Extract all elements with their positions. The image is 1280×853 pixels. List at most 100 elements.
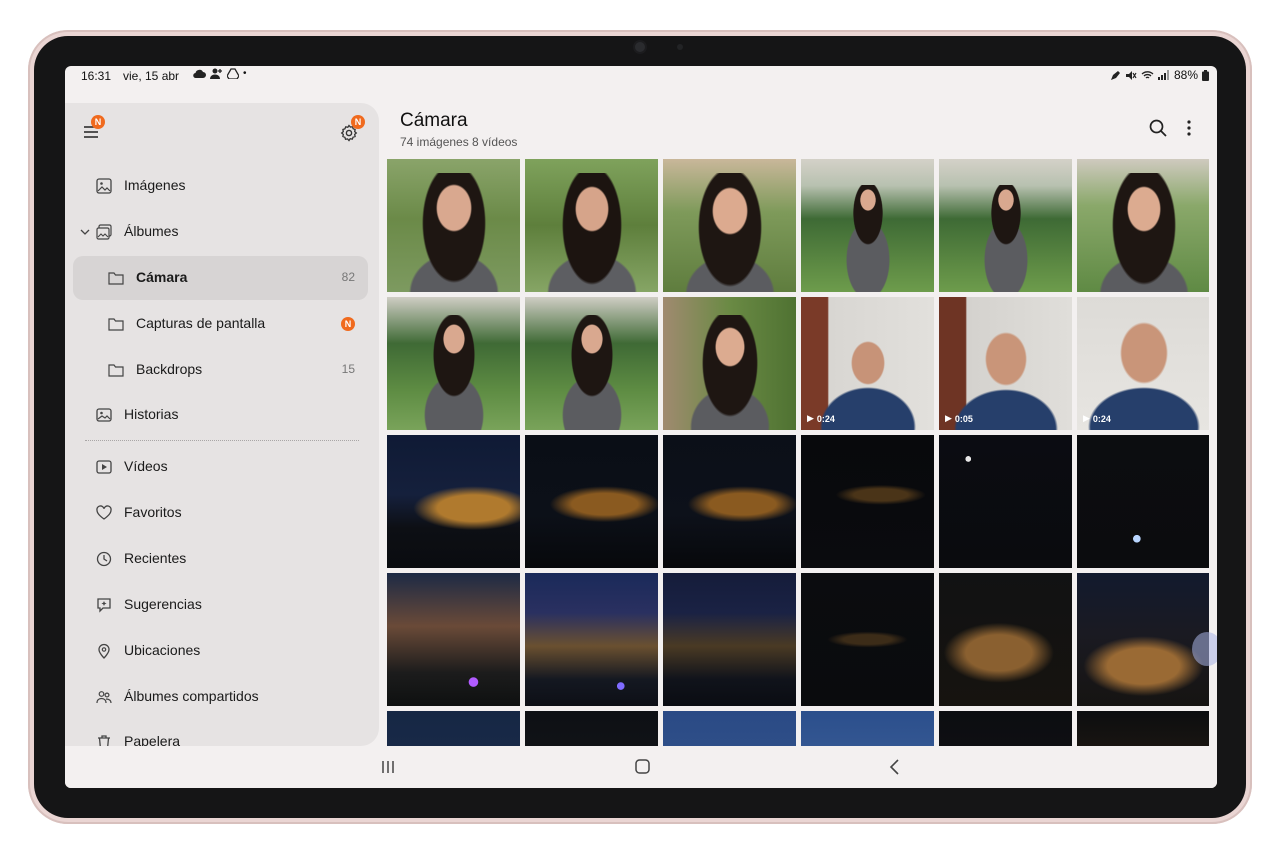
play-icon: ▶: [945, 413, 952, 423]
sidebar-item-label: Historias: [124, 406, 179, 422]
video-icon: [96, 460, 112, 474]
video-duration: ▶ 0:05: [945, 413, 973, 424]
front-camera: [635, 42, 645, 52]
menu-badge: N: [91, 115, 105, 129]
sidebar-item-capturas[interactable]: Capturas de pantalla N: [73, 302, 368, 346]
home-icon: [635, 759, 650, 774]
album-count: 15: [341, 362, 355, 376]
recent-apps-button[interactable]: [376, 756, 400, 778]
photo-thumbnail[interactable]: [1077, 711, 1209, 746]
pen-icon: [1110, 70, 1120, 80]
photo-thumbnail[interactable]: [801, 711, 934, 746]
recent-apps-icon: [382, 761, 394, 773]
photo-thumbnail[interactable]: [387, 573, 520, 706]
photo-thumbnail[interactable]: [663, 159, 796, 292]
home-button[interactable]: [630, 756, 654, 778]
folder-icon: [108, 272, 124, 285]
photo-thumbnail[interactable]: [939, 435, 1072, 568]
battery-icon: [1202, 69, 1209, 81]
sidebar-item-imagenes[interactable]: Imágenes: [73, 164, 368, 208]
sidebar-item-albumes-compartidos[interactable]: Álbumes compartidos: [73, 675, 368, 719]
photo-thumbnail[interactable]: [387, 159, 520, 292]
photo-thumbnail[interactable]: [663, 297, 796, 430]
search-icon: [1149, 119, 1167, 137]
sidebar-item-backdrops[interactable]: Backdrops 15: [73, 348, 368, 392]
video-duration: ▶ 0:24: [807, 413, 835, 424]
clock-icon: [96, 551, 112, 567]
photo-thumbnail[interactable]: [801, 573, 934, 706]
video-thumbnail[interactable]: ▶ 0:24: [1077, 297, 1209, 430]
new-badge: N: [341, 317, 355, 331]
status-date: vie, 15 abr: [123, 69, 180, 83]
sidebar-item-historias[interactable]: Historias: [73, 393, 368, 437]
sidebar-item-label: Vídeos: [124, 458, 168, 474]
sidebar-item-recientes[interactable]: Recientes: [73, 537, 368, 581]
settings-button[interactable]: N: [337, 115, 365, 145]
video-thumbnail[interactable]: ▶ 0:05: [939, 297, 1072, 430]
photo-thumbnail[interactable]: [663, 711, 796, 746]
add-person-icon: [210, 68, 222, 79]
back-button[interactable]: [883, 756, 907, 778]
more-vertical-icon: [1187, 120, 1191, 136]
photo-thumbnail[interactable]: [663, 573, 796, 706]
more-options-button[interactable]: [1179, 118, 1199, 138]
photo-thumbnail[interactable]: [525, 159, 658, 292]
sidebar-item-label: Recientes: [124, 550, 187, 566]
back-icon: [889, 759, 899, 775]
sidebar-item-label: Cámara: [136, 269, 188, 285]
photo-thumbnail[interactable]: [801, 159, 934, 292]
sidebar: N N Imágenes Álbumes Cámara 82 Capturas …: [65, 103, 379, 746]
photo-thumbnail[interactable]: [525, 711, 658, 746]
photo-thumbnail[interactable]: [387, 711, 520, 746]
status-system-icons: 88%: [1110, 68, 1209, 82]
sidebar-item-videos[interactable]: Vídeos: [73, 445, 368, 489]
search-button[interactable]: [1148, 118, 1168, 138]
location-icon: [98, 643, 110, 659]
album-count: 82: [341, 270, 355, 284]
screen: 16:31 vie, 15 abr • 88% N N Imágenes Álb…: [65, 66, 1217, 788]
sidebar-item-label: Imágenes: [124, 177, 186, 193]
photo-thumbnail[interactable]: [801, 435, 934, 568]
photo-thumbnail[interactable]: [1077, 573, 1209, 706]
sidebar-item-camara[interactable]: Cámara 82: [73, 256, 368, 300]
cloud-icon: [193, 69, 206, 78]
sidebar-item-label: Papelera: [124, 733, 181, 746]
stories-icon: [96, 408, 112, 422]
photo-thumbnail[interactable]: [1077, 159, 1209, 292]
sidebar-item-label: Sugerencias: [124, 596, 202, 612]
signal-icon: [1157, 70, 1169, 80]
chevron-down-icon[interactable]: [79, 226, 91, 238]
photo-thumbnail[interactable]: [939, 711, 1072, 746]
photo-thumbnail[interactable]: [1077, 435, 1209, 568]
photo-thumbnail[interactable]: [387, 297, 520, 430]
suggestions-icon: [97, 598, 111, 613]
albums-icon: [96, 224, 112, 240]
photo-thumbnail[interactable]: [525, 435, 658, 568]
navigation-bar: [65, 746, 1217, 788]
sidebar-item-ubicaciones[interactable]: Ubicaciones: [73, 629, 368, 673]
photo-thumbnail[interactable]: [939, 159, 1072, 292]
photo-thumbnail[interactable]: [525, 297, 658, 430]
sidebar-item-label: Álbumes compartidos: [124, 688, 259, 704]
status-bar: 16:31 vie, 15 abr • 88%: [65, 66, 1217, 88]
more-notifications-icon: •: [243, 68, 247, 79]
photo-grid: ▶ 0:24 ▶ 0:05 ▶ 0:24: [387, 159, 1209, 746]
sidebar-item-favoritos[interactable]: Favoritos: [73, 491, 368, 535]
photo-thumbnail[interactable]: [939, 573, 1072, 706]
sidebar-item-label: Álbumes: [124, 223, 179, 239]
sidebar-item-label: Favoritos: [124, 504, 182, 520]
image-icon: [96, 178, 112, 194]
video-thumbnail[interactable]: ▶ 0:24: [801, 297, 934, 430]
settings-badge: N: [351, 115, 365, 129]
sidebar-item-sugerencias[interactable]: Sugerencias: [73, 583, 368, 627]
photo-thumbnail[interactable]: [387, 435, 520, 568]
menu-button[interactable]: N: [79, 115, 105, 145]
sidebar-item-albumes[interactable]: Álbumes: [73, 210, 368, 254]
sidebar-item-papelera[interactable]: Papelera: [73, 720, 368, 746]
photo-thumbnail[interactable]: [525, 573, 658, 706]
page-title: Cámara: [400, 110, 468, 131]
sidebar-divider: [85, 440, 359, 441]
edge-panel-handle[interactable]: [1192, 632, 1217, 666]
photo-thumbnail[interactable]: [663, 435, 796, 568]
drive-icon: [227, 68, 239, 79]
